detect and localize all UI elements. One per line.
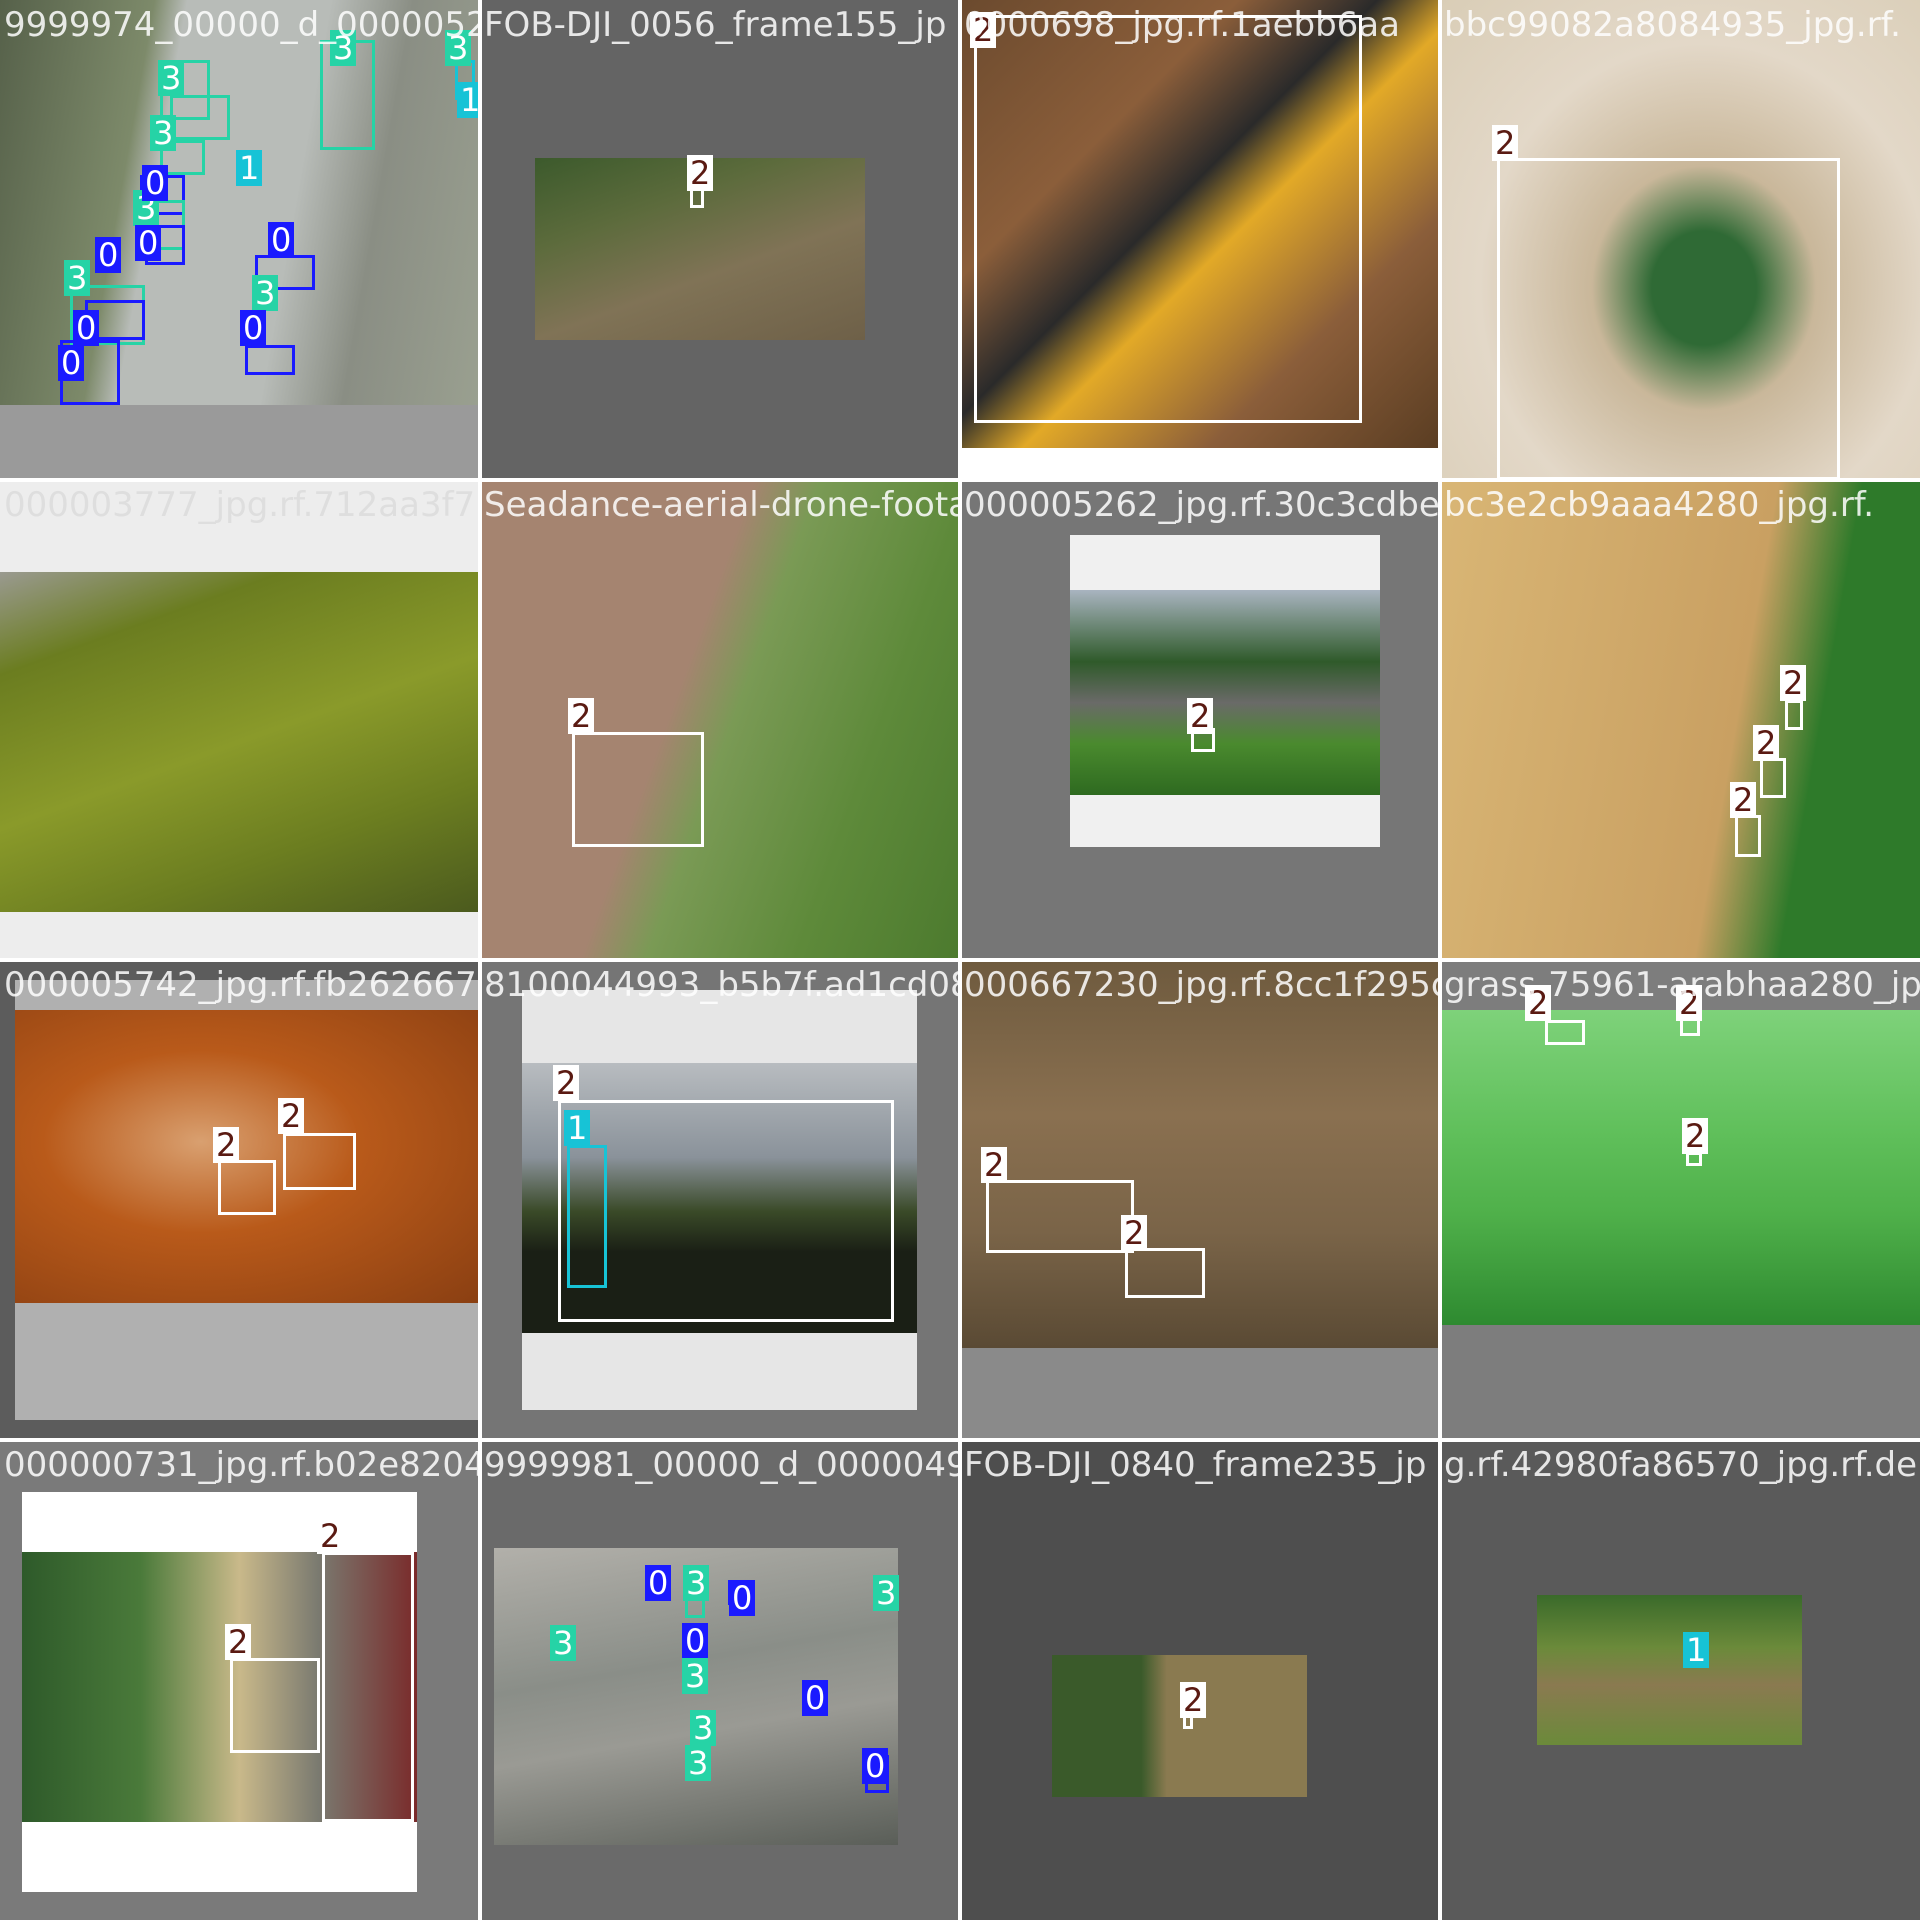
tile-filename: FOB-DJI_0056_frame155_jp (484, 6, 947, 44)
mosaic-tile: 2 FOB-DJI_0056_frame155_jp (480, 0, 960, 480)
detection-label: 3 (445, 30, 472, 66)
detection-label: 3 (682, 1658, 709, 1694)
tile-filename: 9999981_00000_d_0000049 (484, 1446, 960, 1484)
mosaic-tile: 3 3 3 3 3 3 1 1 0 0 0 0 0 0 3 0 9999974_… (0, 0, 480, 480)
detection-label: 0 (682, 1623, 709, 1659)
detection-label: 2 (1676, 985, 1703, 1021)
mosaic-tile: 2 2 000000731_jpg.rf.b02e8204 (0, 1440, 480, 1920)
detection-label: 2 (317, 1518, 344, 1554)
tile-photo (1070, 590, 1380, 795)
detection-label: 3 (685, 1745, 712, 1781)
detection-label: 2 (213, 1127, 240, 1163)
mosaic-tile: 2 2 2 grass-75961-arabhaa280_jpg.rf.96 (1440, 960, 1920, 1440)
detection-label: 1 (564, 1110, 591, 1146)
detection-label: 3 (873, 1575, 900, 1611)
detection-label: 1 (236, 150, 263, 186)
detection-label: 0 (58, 345, 85, 381)
detection-label: 2 (1180, 1682, 1207, 1718)
detection-label: 0 (729, 1580, 756, 1616)
detection-label: 2 (1187, 698, 1214, 734)
detection-label: 2 (1753, 725, 1780, 761)
detection-label: 0 (240, 310, 267, 346)
mosaic-tile: 2 2 2 bc3e2cb9aaa4280_jpg.rf. (1440, 480, 1920, 960)
detection-label: 2 (278, 1098, 305, 1134)
detection-label: 3 (683, 1565, 710, 1601)
tile-filename: g.rf.42980fa86570_jpg.rf.de (1444, 1446, 1917, 1484)
mosaic-tile: 2 Seadance-aerial-drone-footage-with-the… (480, 480, 960, 960)
detection-label: 2 (687, 155, 714, 191)
tile-filename: 000005262_jpg.rf.30c3cdbe2 (964, 486, 1440, 524)
detection-label: 2 (225, 1624, 252, 1660)
mosaic-tile: 2 2 000667230_jpg.rf.8cc1f295c (960, 960, 1440, 1440)
detection-label: 2 (1525, 985, 1552, 1021)
mosaic-tile: 2 0000698_jpg.rf.1aebb6aa (960, 0, 1440, 480)
detection-label: 0 (802, 1680, 829, 1716)
detection-label: 3 (158, 60, 185, 96)
detection-label: 0 (645, 1565, 672, 1601)
detection-label: 0 (95, 237, 122, 273)
detection-label: 3 (550, 1625, 577, 1661)
mosaic-tile: 0 3 0 3 3 0 3 3 3 0 0 9999981_00000_d_00… (480, 1440, 960, 1920)
detection-label: 3 (64, 260, 91, 296)
detection-label: 2 (1780, 665, 1807, 701)
detection-label: 3 (252, 275, 279, 311)
detection-label: 2 (981, 1147, 1008, 1183)
detection-label: 2 (1121, 1215, 1148, 1251)
tile-filename: FOB-DJI_0840_frame235_jp (964, 1446, 1427, 1484)
mosaic-tile: 2 bbc99082a8084935_jpg.rf. (1440, 0, 1920, 480)
mosaic-tile: 000003777_jpg.rf.712aa3f7 (0, 480, 480, 960)
detection-label: 0 (268, 222, 295, 258)
detection-label: 0 (142, 165, 169, 201)
detection-label: 1 (457, 82, 480, 118)
tile-photo (1052, 1655, 1307, 1797)
detection-label: 2 (1682, 1118, 1709, 1154)
mosaic-tile: 2 2 000005742_jpg.rf.fb2626678 (0, 960, 480, 1440)
detection-label: 2 (970, 12, 997, 48)
tile-photo (1537, 1595, 1802, 1745)
detection-label: 2 (568, 698, 595, 734)
detection-label: 2 (1730, 782, 1757, 818)
detection-label: 2 (553, 1065, 580, 1101)
mosaic-tile: 2 1 8100044993_b5b7f.ad1cd08a (480, 960, 960, 1440)
detection-mosaic: 3 3 3 3 3 3 1 1 0 0 0 0 0 0 3 0 9999974_… (0, 0, 1920, 1920)
tile-photo (15, 1010, 480, 1303)
tile-filename: 000000731_jpg.rf.b02e8204 (4, 1446, 480, 1484)
detection-label: 0 (862, 1748, 889, 1784)
detection-label: 3 (150, 115, 177, 151)
tile-photo (480, 480, 960, 960)
detection-label: 3 (330, 30, 357, 66)
mosaic-tile: 1 g.rf.42980fa86570_jpg.rf.de (1440, 1440, 1920, 1920)
detection-label: 3 (690, 1710, 717, 1746)
mosaic-tile: 2 000005262_jpg.rf.30c3cdbe2 (960, 480, 1440, 960)
detection-label: 0 (73, 310, 100, 346)
detection-label: 1 (1683, 1632, 1710, 1668)
tile-photo (0, 572, 480, 912)
mosaic-tile: 2 FOB-DJI_0840_frame235_jp (960, 1440, 1440, 1920)
tile-photo (1440, 480, 1920, 960)
tile-filename: 000003777_jpg.rf.712aa3f7 (4, 486, 476, 524)
tile-photo (1440, 1010, 1920, 1325)
detection-label: 0 (135, 225, 162, 261)
detection-label: 2 (1492, 125, 1519, 161)
